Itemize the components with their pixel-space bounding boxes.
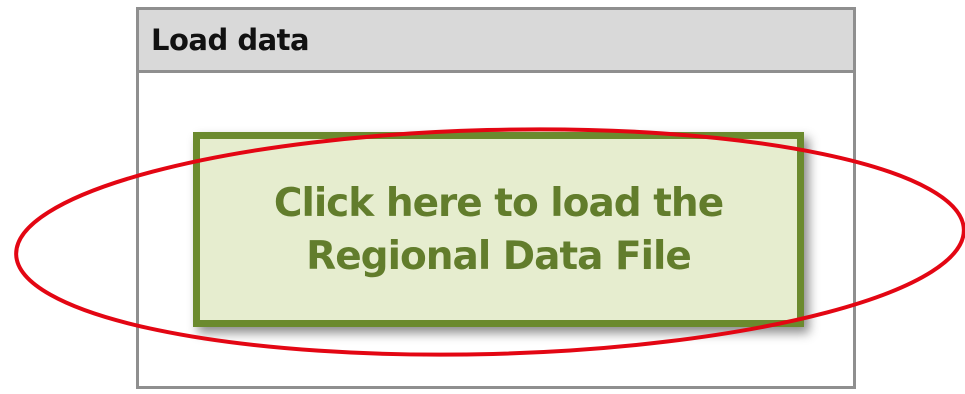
panel-title: Load data [151,23,310,57]
panel-header: Load data [139,10,853,73]
load-button-label-line1: Click here to load the [273,180,724,226]
load-regional-data-button[interactable]: Click here to load the Regional Data Fil… [193,132,804,327]
screenshot-stage: Load data Click here to load the Regiona… [0,0,965,394]
load-button-label-line2: Regional Data File [306,233,692,279]
